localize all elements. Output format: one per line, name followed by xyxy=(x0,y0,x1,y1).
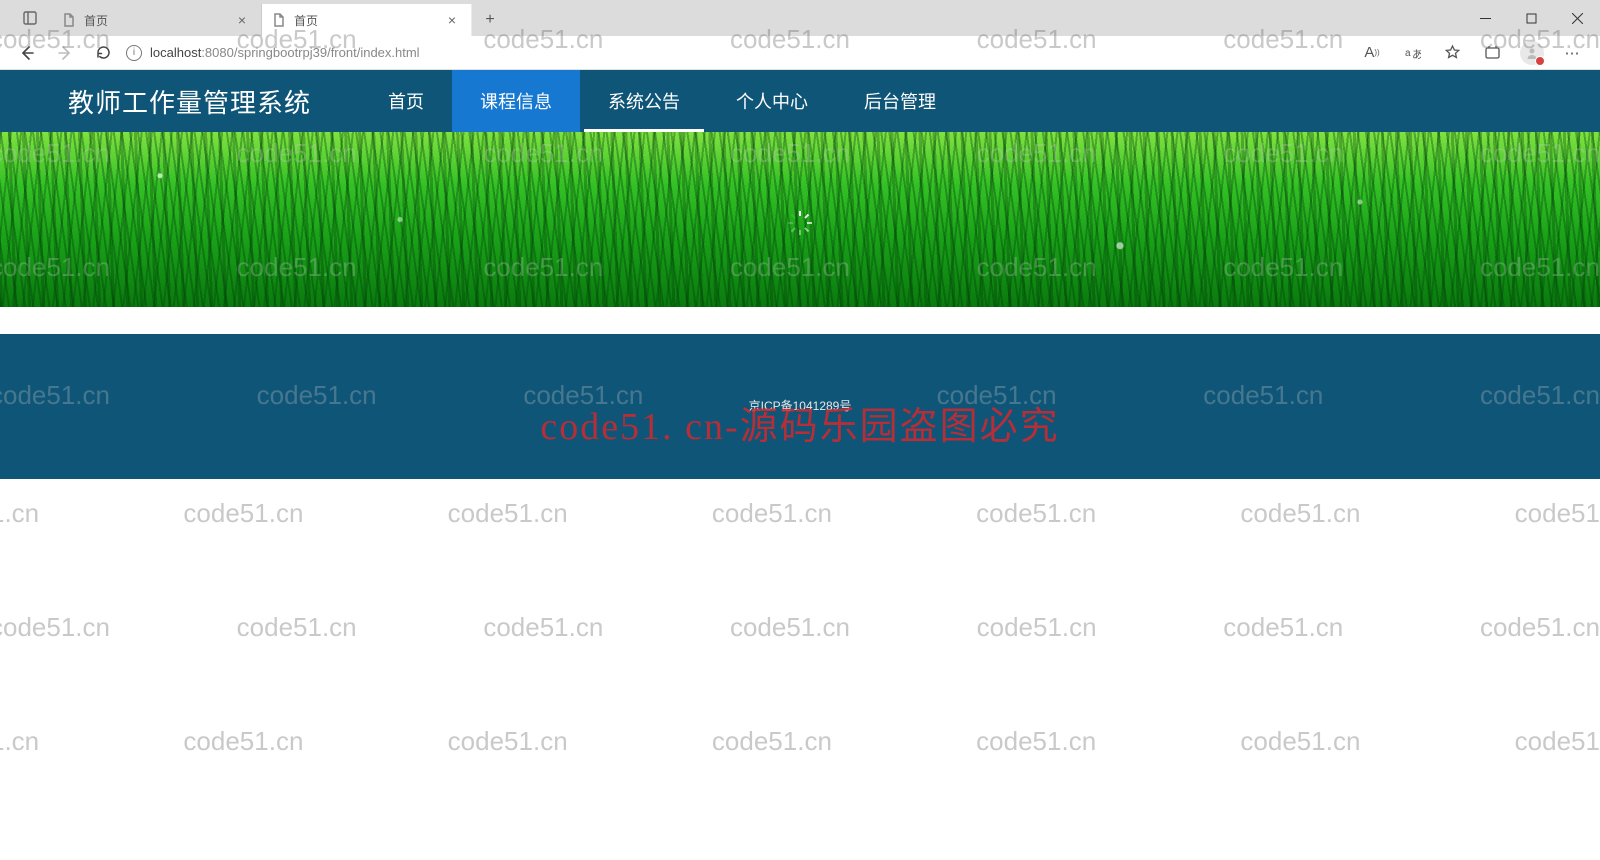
url-port: :8080 xyxy=(201,45,234,60)
more-icon[interactable]: ⋯ xyxy=(1556,38,1588,68)
watermark-row: 1.cncode51.cncode51.cncode51.cncode51.cn… xyxy=(0,498,1600,529)
url-path: /springbootrpj39/front/index.html xyxy=(234,45,420,60)
url-host: localhost xyxy=(150,45,201,60)
minimize-icon[interactable] xyxy=(1462,0,1508,36)
svg-text:a: a xyxy=(1405,48,1411,59)
content-gap xyxy=(0,307,1600,334)
close-icon[interactable]: × xyxy=(233,12,251,28)
main-nav: 教师工作量管理系统 首页 课程信息 系统公告 个人中心 后台管理 xyxy=(0,70,1600,132)
tab-title: 首页 xyxy=(294,12,435,29)
icp-text: 京ICP备1041289号 xyxy=(749,397,852,414)
nav-item-profile[interactable]: 个人中心 xyxy=(708,70,836,132)
page-icon xyxy=(272,13,286,27)
site-logo: 教师工作量管理系统 xyxy=(0,70,360,132)
svg-text:あ: あ xyxy=(1412,48,1421,61)
nav-item-admin[interactable]: 后台管理 xyxy=(836,70,964,132)
read-aloud-icon[interactable]: A)) xyxy=(1356,38,1388,68)
favorites-icon[interactable] xyxy=(1436,38,1468,68)
watermark-row: 1.cncode51.cncode51.cncode51.cncode51.cn… xyxy=(0,726,1600,757)
site-info-icon[interactable]: i xyxy=(126,45,142,61)
address-bar: i localhost:8080/springbootrpj39/front/i… xyxy=(0,36,1600,70)
url-field[interactable]: i localhost:8080/springbootrpj39/front/i… xyxy=(126,45,1348,61)
back-icon[interactable] xyxy=(12,38,42,68)
nav-item-home[interactable]: 首页 xyxy=(360,70,452,132)
tab-active[interactable]: 首页 × xyxy=(262,4,472,36)
window-controls xyxy=(1462,0,1600,36)
page-icon xyxy=(62,13,76,27)
reload-icon[interactable] xyxy=(88,38,118,68)
close-icon[interactable]: × xyxy=(443,12,461,28)
hero-banner xyxy=(0,132,1600,307)
profile-avatar[interactable] xyxy=(1516,38,1548,68)
new-tab-button[interactable]: + xyxy=(472,4,508,36)
watermark-row: code51.cncode51.cncode51.cncode51.cncode… xyxy=(0,612,1600,643)
loading-spinner-icon xyxy=(787,210,813,236)
page-footer: 京ICP备1041289号 xyxy=(0,334,1600,479)
collections-icon[interactable] xyxy=(1476,38,1508,68)
close-window-icon[interactable] xyxy=(1554,0,1600,36)
tab-actions-icon[interactable] xyxy=(8,0,52,36)
translate-icon[interactable]: aあ xyxy=(1396,38,1428,68)
tab-title: 首页 xyxy=(84,12,225,29)
tab-inactive[interactable]: 首页 × xyxy=(52,4,262,36)
browser-titlebar: 首页 × 首页 × + xyxy=(0,0,1600,36)
forward-icon[interactable] xyxy=(50,38,80,68)
maximize-icon[interactable] xyxy=(1508,0,1554,36)
nav-item-announcements[interactable]: 系统公告 xyxy=(580,70,708,132)
nav-item-courses[interactable]: 课程信息 xyxy=(452,70,580,132)
